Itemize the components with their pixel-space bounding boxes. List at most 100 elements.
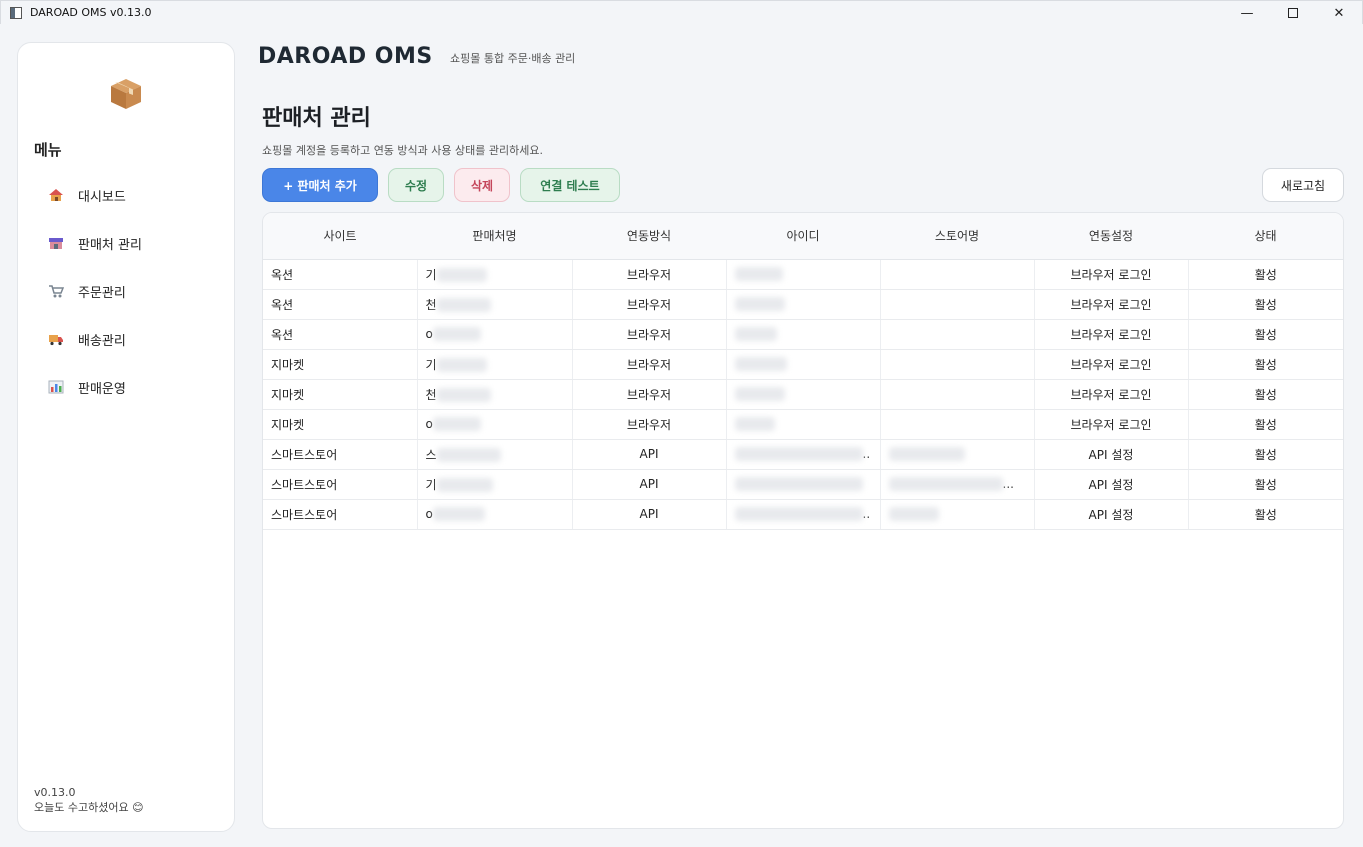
minimize-icon[interactable]: — (1224, 1, 1270, 25)
sidebar-item-label: 판매운영 (78, 381, 126, 397)
delete-button[interactable]: 삭제 (454, 168, 510, 202)
seller-table: 사이트 판매처명 연동방식 아이디 스토어명 연동설정 상태 옥션 기 브라우저… (263, 213, 1343, 530)
sidebar-item-shipping[interactable]: 배송관리 (48, 315, 228, 363)
cell-id: .. (726, 499, 881, 530)
brand-title: DAROAD OMS (258, 44, 433, 69)
cell-seller-name: o (417, 409, 573, 440)
cell-method: API (572, 499, 727, 530)
window-title-bar: DAROAD OMS v0.13.0 — ✕ (0, 0, 1363, 24)
table-row[interactable]: 스마트스토어 스 API .. API 설정 활성 (263, 439, 1343, 470)
sidebar-footer: v0.13.0 오늘도 수고하셨어요 😊 (34, 785, 144, 815)
cell-seller-name: 천 (417, 289, 573, 320)
table-row[interactable]: 스마트스토어 o API .. API 설정 활성 (263, 499, 1343, 530)
column-header-site[interactable]: 사이트 (263, 213, 417, 260)
cell-site: 스마트스토어 (263, 439, 418, 470)
cell-status: 활성 (1188, 469, 1343, 500)
cell-store-name (880, 259, 1035, 290)
cell-setting: 브라우저 로그인 (1034, 409, 1189, 440)
cell-site: 지마켓 (263, 379, 418, 410)
app-icon (10, 6, 22, 19)
cell-id (726, 349, 881, 380)
cell-seller-name: 스 (417, 439, 573, 470)
table-row[interactable]: 옥션 기 브라우저 브라우저 로그인 활성 (263, 259, 1343, 290)
column-header-seller-name[interactable]: 판매처명 (417, 213, 572, 260)
cell-setting: 브라우저 로그인 (1034, 259, 1189, 290)
sidebar-item-label: 대시보드 (78, 189, 126, 205)
cell-status: 활성 (1188, 409, 1343, 440)
column-header-status[interactable]: 상태 (1188, 213, 1343, 260)
cell-status: 활성 (1188, 379, 1343, 410)
cell-store-name (880, 379, 1035, 410)
sidebar: 메뉴 대시보드 판매처 관리 주문관리 배송관리 판매운영 v0.13.0 오늘… (17, 42, 235, 832)
box-logo-icon (111, 79, 141, 109)
cell-status: 활성 (1188, 349, 1343, 380)
connection-test-button[interactable]: 연결 테스트 (520, 168, 620, 202)
cell-store-name (880, 409, 1035, 440)
column-header-store-name[interactable]: 스토어명 (880, 213, 1034, 260)
app-version: v0.13.0 (34, 786, 76, 799)
cell-method: 브라우저 (572, 409, 727, 440)
cell-method: 브라우저 (572, 289, 727, 320)
cell-id (726, 379, 881, 410)
column-header-method[interactable]: 연동방식 (572, 213, 726, 260)
menu-heading: 메뉴 (34, 141, 62, 159)
cell-site: 스마트스토어 (263, 499, 418, 530)
table-row[interactable]: 옥션 천 브라우저 브라우저 로그인 활성 (263, 289, 1343, 320)
add-seller-button[interactable]: + 판매처 추가 (262, 168, 378, 202)
cell-store-name (880, 439, 1035, 470)
cell-seller-name: o (417, 319, 573, 350)
page-description: 쇼핑몰 계정을 등록하고 연동 방식과 사용 상태를 관리하세요. (262, 144, 543, 157)
truck-icon (49, 335, 63, 346)
cell-setting: 브라우저 로그인 (1034, 379, 1189, 410)
cell-status: 활성 (1188, 319, 1343, 350)
cell-method: 브라우저 (572, 319, 727, 350)
cell-method: API (572, 439, 727, 470)
cell-site: 스마트스토어 (263, 469, 418, 500)
cell-status: 활성 (1188, 289, 1343, 320)
table-row[interactable]: 지마켓 기 브라우저 브라우저 로그인 활성 (263, 349, 1343, 380)
sidebar-item-seller-management[interactable]: 판매처 관리 (48, 219, 228, 267)
table-row[interactable]: 옥션 o 브라우저 브라우저 로그인 활성 (263, 319, 1343, 350)
cell-setting: 브라우저 로그인 (1034, 319, 1189, 350)
cell-id (726, 289, 881, 320)
column-header-setting[interactable]: 연동설정 (1034, 213, 1188, 260)
cell-site: 옥션 (263, 259, 418, 290)
cell-store-name (880, 319, 1035, 350)
cell-id: .. (726, 439, 881, 470)
seller-table-container: 사이트 판매처명 연동방식 아이디 스토어명 연동설정 상태 옥션 기 브라우저… (262, 212, 1344, 829)
cell-site: 옥션 (263, 319, 418, 350)
cell-store-name (880, 289, 1035, 320)
refresh-button[interactable]: 새로고침 (1262, 168, 1344, 202)
edit-button[interactable]: 수정 (388, 168, 444, 202)
cell-status: 활성 (1188, 439, 1343, 470)
close-icon[interactable]: ✕ (1316, 1, 1362, 25)
cell-status: 활성 (1188, 259, 1343, 290)
page-title: 판매처 관리 (262, 106, 371, 131)
sidebar-item-orders[interactable]: 주문관리 (48, 267, 228, 315)
table-row[interactable]: 스마트스토어 기 API ... API 설정 활성 (263, 469, 1343, 500)
window-title: DAROAD OMS v0.13.0 (30, 6, 152, 19)
cell-setting: API 설정 (1034, 499, 1189, 530)
cell-site: 지마켓 (263, 349, 418, 380)
cell-id (726, 409, 881, 440)
cell-seller-name: 기 (417, 349, 573, 380)
cell-method: 브라우저 (572, 259, 727, 290)
table-row[interactable]: 지마켓 천 브라우저 브라우저 로그인 활성 (263, 379, 1343, 410)
chart-icon (48, 380, 64, 394)
cart-icon (49, 285, 64, 298)
cell-seller-name: 기 (417, 469, 573, 500)
cell-site: 지마켓 (263, 409, 418, 440)
cell-seller-name: o (417, 499, 573, 530)
cell-store-name (880, 499, 1035, 530)
sidebar-item-sales-operations[interactable]: 판매운영 (48, 363, 228, 411)
sidebar-item-dashboard[interactable]: 대시보드 (48, 171, 228, 219)
column-header-id[interactable]: 아이디 (726, 213, 880, 260)
cell-seller-name: 기 (417, 259, 573, 290)
cell-method: 브라우저 (572, 349, 727, 380)
cell-setting: API 설정 (1034, 469, 1189, 500)
table-row[interactable]: 지마켓 o 브라우저 브라우저 로그인 활성 (263, 409, 1343, 440)
greeting-text: 오늘도 수고하셨어요 😊 (34, 801, 144, 814)
sidebar-nav: 대시보드 판매처 관리 주문관리 배송관리 판매운영 (48, 171, 228, 411)
cell-id (726, 319, 881, 350)
maximize-icon[interactable] (1270, 1, 1316, 25)
